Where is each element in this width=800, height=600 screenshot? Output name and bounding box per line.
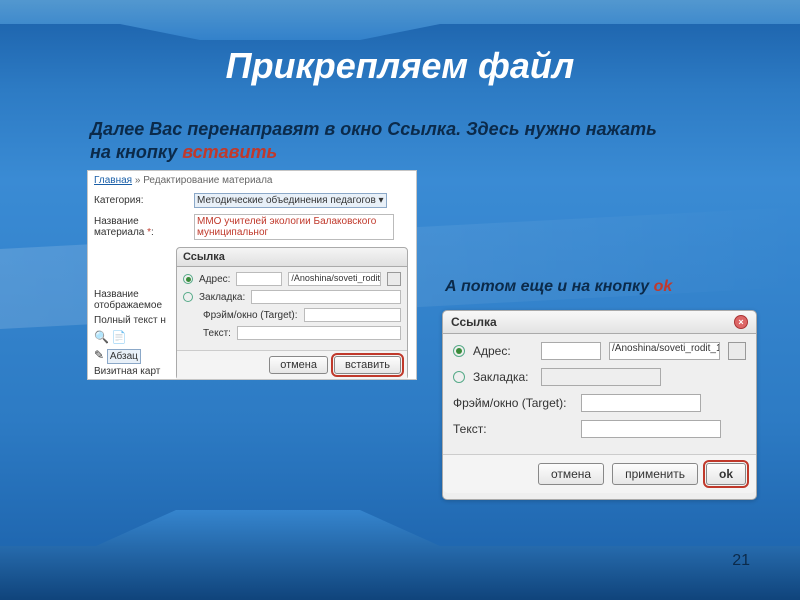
target-select[interactable] (304, 308, 401, 322)
insert-button[interactable]: вставить (334, 356, 401, 374)
target-row: Фрэйм/окно (Target): (183, 308, 401, 322)
category-value: Методические объединения педагогов (197, 195, 376, 206)
second-hint: А потом еще и на кнопку ok (445, 278, 755, 296)
decorative-band-top (0, 0, 800, 40)
d2-bookmark-label: Закладка: (473, 370, 533, 384)
text-input[interactable] (237, 326, 401, 340)
dialog1-buttons: отмена вставить (177, 350, 407, 379)
bookmark-input[interactable] (251, 290, 401, 304)
d2-address-input[interactable]: /Anoshina/soveti_rodit_1.do (609, 342, 720, 360)
paragraph-row: ✎ Абзац (94, 348, 189, 362)
d2-browse-button[interactable] (728, 342, 746, 360)
second-prefix: А потом еще и на кнопку (445, 278, 654, 295)
category-label: Категория: (94, 195, 189, 206)
vizitka-label: Визитная карт (94, 366, 189, 377)
protocol-select[interactable] (236, 272, 282, 286)
d2-text-row: Текст: (453, 420, 746, 438)
d2-target-row: Фрэйм/окно (Target): (453, 394, 746, 412)
d2-text-input[interactable] (581, 420, 721, 438)
d2-bookmark-radio[interactable] (453, 371, 465, 383)
d2-bookmark-input[interactable] (541, 368, 661, 386)
d2-target-label: Фрэйм/окно (Target): (453, 396, 573, 410)
target-label: Фрэйм/окно (Target): (203, 310, 298, 321)
d2-bookmark-row: Закладка: (453, 368, 746, 386)
bookmark-row: Закладка: (183, 290, 401, 304)
d2-apply-button[interactable]: применить (612, 463, 698, 485)
intro-text: Далее Вас перенаправят в окно Ссылка. Зд… (90, 118, 670, 165)
address-input[interactable]: /Anoshina/soveti_rodit_1.do (288, 272, 381, 286)
text-label: Текст: (203, 328, 231, 339)
intro-prefix: Далее Вас перенаправят в окно Ссылка. Зд… (90, 119, 657, 162)
material-name-input[interactable]: ММО учителей экологии Балаковского муниц… (194, 214, 394, 240)
dialog2-title: Ссылка (451, 315, 497, 329)
slide-title: Прикрепляем файл (0, 45, 800, 87)
d2-text-label: Текст: (453, 422, 573, 436)
breadcrumb-tail: Редактирование материала (143, 175, 272, 186)
close-icon[interactable]: × (734, 315, 748, 329)
doc-icon[interactable]: 📄 (112, 330, 127, 344)
name-row: Название материала *: ММО учителей эколо… (88, 211, 416, 243)
category-select[interactable]: Методические объединения педагогов ▾ (194, 193, 387, 208)
link-dialog-title: Ссылка (177, 248, 407, 267)
d2-ok-button[interactable]: ok (706, 463, 746, 485)
zoom-icon[interactable]: 🔍 (94, 330, 109, 344)
address-radio[interactable] (183, 274, 193, 284)
browse-button[interactable] (387, 272, 401, 286)
d2-address-row: Адрес: /Anoshina/soveti_rodit_1.do (453, 342, 746, 360)
toolbar-icons: 🔍 📄 (94, 330, 189, 344)
category-row: Категория: Методические объединения педа… (88, 190, 416, 211)
breadcrumb: Главная » Редактирование материала (88, 171, 416, 190)
display-name-label: Название отображаемое (94, 289, 189, 311)
intro-keyword: вставить (182, 142, 277, 162)
breadcrumb-sep: » (132, 175, 143, 186)
cancel-button[interactable]: отмена (269, 356, 328, 374)
fulltext-label: Полный текст н (94, 315, 189, 326)
d2-address-label: Адрес: (473, 344, 533, 358)
d2-protocol-select[interactable] (541, 342, 601, 360)
edit-icon[interactable]: ✎ (94, 348, 104, 362)
left-labels: Название отображаемое Полный текст н 🔍 📄… (94, 289, 189, 380)
breadcrumb-home[interactable]: Главная (94, 175, 132, 186)
bookmark-label: Закладка: (199, 292, 245, 303)
link-dialog-small: Ссылка Адрес: /Anoshina/soveti_rodit_1.d… (176, 247, 408, 380)
address-label: Адрес: (199, 274, 230, 285)
second-keyword: ok (654, 278, 673, 295)
dialog2-header: Ссылка × (443, 311, 756, 334)
editor-panel: Главная » Редактирование материала Катег… (87, 170, 417, 380)
paragraph-select[interactable]: Абзац (107, 349, 141, 364)
text-row: Текст: (183, 326, 401, 340)
d2-target-select[interactable] (581, 394, 701, 412)
link-dialog-large: Ссылка × Адрес: /Anoshina/soveti_rodit_1… (442, 310, 757, 500)
address-row: Адрес: /Anoshina/soveti_rodit_1.do (183, 272, 401, 286)
dialog2-buttons: отмена применить ok (443, 454, 756, 493)
page-number: 21 (732, 552, 750, 570)
d2-cancel-button[interactable]: отмена (538, 463, 604, 485)
material-name-label: Название материала *: (94, 216, 189, 238)
decorative-band-bottom (0, 510, 800, 600)
d2-address-radio[interactable] (453, 345, 465, 357)
